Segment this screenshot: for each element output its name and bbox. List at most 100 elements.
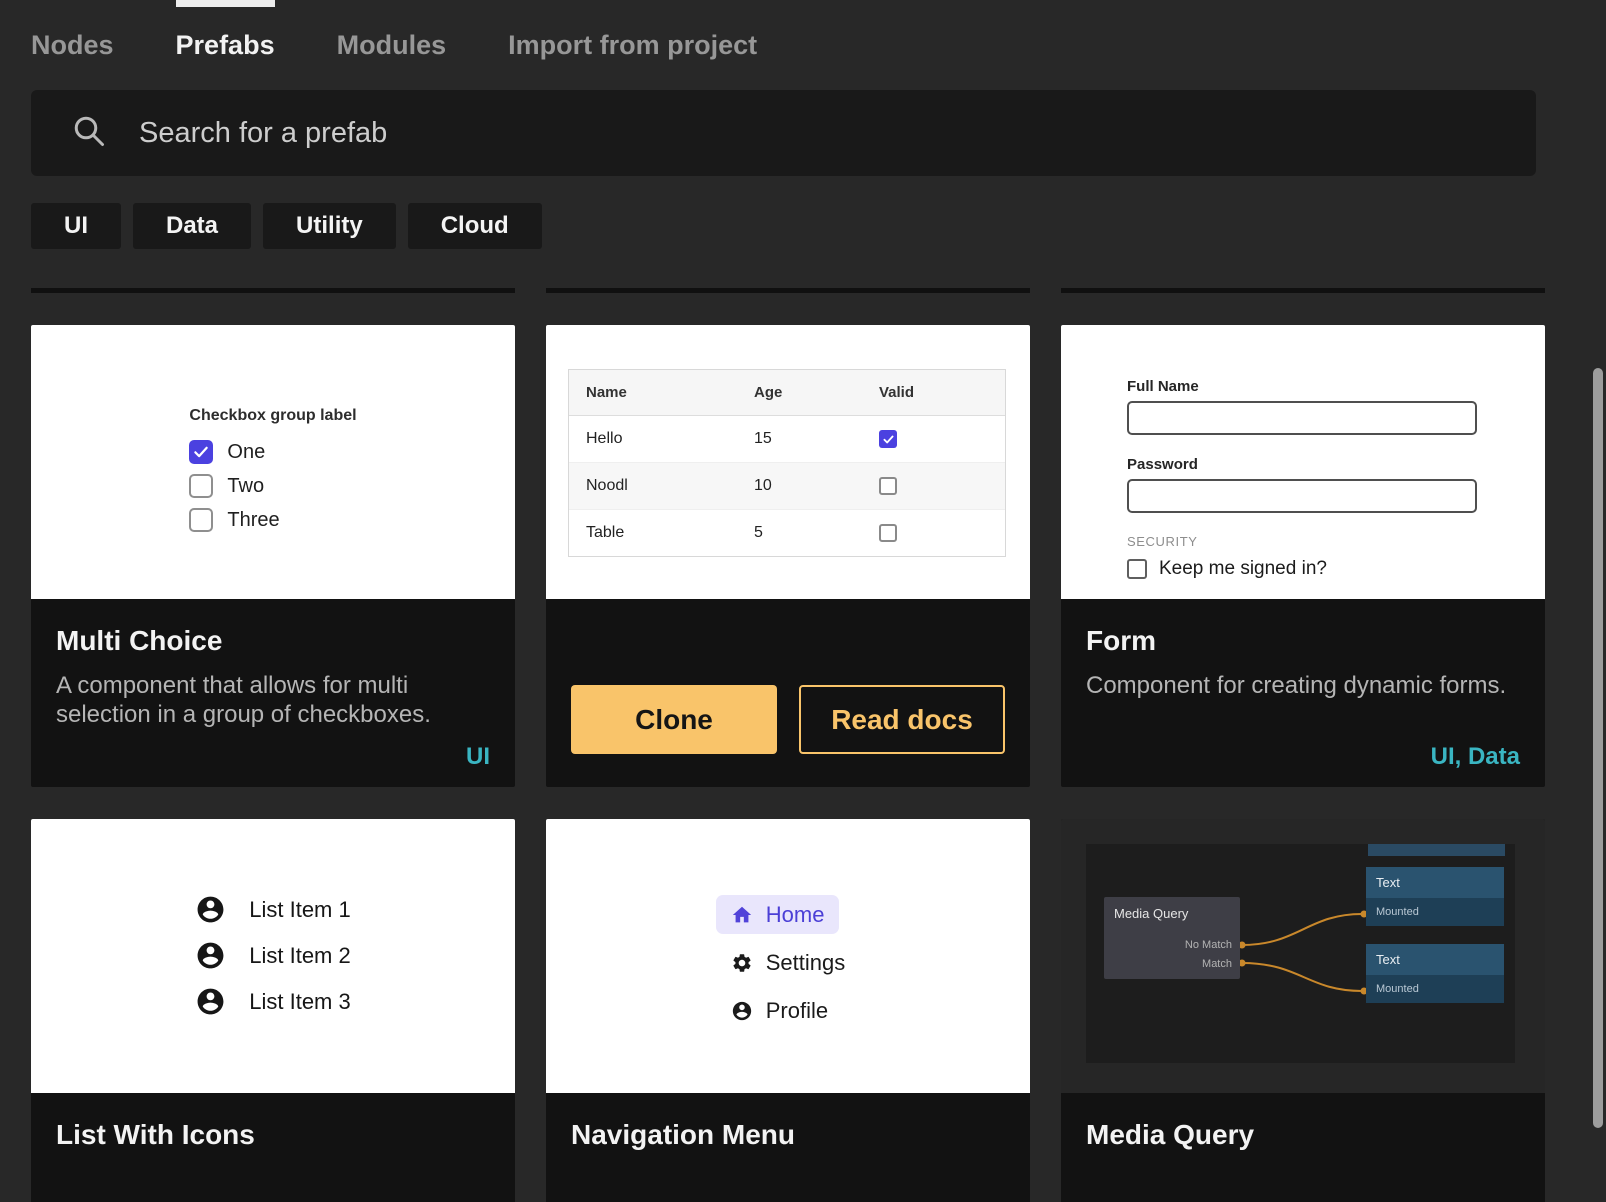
table-header-row: Name Age Valid [569, 370, 1005, 416]
search-icon [71, 113, 107, 154]
form-preview: Full Name Password SECURITY Keep me sign… [1061, 325, 1545, 599]
checkbox-group-label: Checkbox group label [189, 407, 356, 425]
tab-modules[interactable]: Modules [337, 0, 447, 90]
person-icon [195, 940, 226, 971]
nav-item-profile[interactable]: Profile [716, 991, 843, 1030]
read-docs-button[interactable]: Read docs [799, 685, 1005, 754]
person-icon [731, 1000, 753, 1022]
nav-item-label: Home [766, 902, 825, 928]
checkbox-option[interactable]: One [189, 440, 356, 464]
tab-prefabs[interactable]: Prefabs [176, 0, 275, 90]
prefab-card-navigation-menu[interactable]: Home Settings Profile Navigation Menu [546, 819, 1030, 1202]
node-title: Text [1366, 867, 1504, 898]
checkbox-unchecked-icon[interactable] [1127, 559, 1147, 579]
filter-data[interactable]: Data [133, 203, 251, 249]
prefab-card-list-with-icons[interactable]: List Item 1 List Item 2 List Item 3 List… [31, 819, 515, 1202]
table-cell-age: 10 [754, 477, 879, 495]
table-cell-name: Table [586, 524, 754, 542]
filter-cloud[interactable]: Cloud [408, 203, 542, 249]
nav-item-home[interactable]: Home [716, 895, 840, 934]
node-title: Text [1366, 944, 1504, 975]
clone-button[interactable]: Clone [571, 685, 777, 754]
table-row: Noodl 10 [569, 463, 1005, 510]
text-node: Text Mounted [1366, 867, 1504, 926]
card-info: Navigation Menu [546, 1093, 1030, 1202]
keep-signed-in-label: Keep me signed in? [1159, 558, 1327, 580]
checkbox-option[interactable]: Two [189, 474, 356, 498]
card-title: Form [1086, 625, 1520, 657]
node-graph-screenshot: Media Query No Match Match Text Mounted … [1086, 844, 1515, 1063]
table-row: Hello 15 [569, 416, 1005, 463]
card-tags: UI [466, 743, 490, 771]
nav-item-label: Profile [766, 998, 828, 1024]
list-preview: List Item 1 List Item 2 List Item 3 [31, 819, 515, 1093]
media-query-node: Media Query No Match Match [1104, 897, 1240, 979]
card-info: Media Query [1061, 1093, 1545, 1202]
card-info: Multi Choice A component that allows for… [31, 599, 515, 787]
card-title: List With Icons [56, 1119, 490, 1151]
preview-table: Name Age Valid Hello 15 Noodl 10 [568, 369, 1006, 557]
card-description: A component that allows for multi select… [56, 671, 490, 730]
checkbox-unchecked-icon[interactable] [879, 477, 897, 495]
table-row: Table 5 [569, 510, 1005, 556]
card-tags: UI, Data [1431, 743, 1520, 771]
table-preview: Name Age Valid Hello 15 Noodl 10 [546, 325, 1030, 599]
checkbox-checked-icon[interactable] [189, 440, 213, 464]
filter-bar: UI Data Utility Cloud [31, 203, 1606, 249]
prefab-card-multi-choice[interactable]: Checkbox group label One Two Three [31, 325, 515, 787]
node-port-mounted: Mounted [1366, 898, 1504, 926]
tab-import-from-project[interactable]: Import from project [508, 0, 757, 90]
list-item-label: List Item 1 [249, 897, 350, 923]
nav-item-label: Settings [766, 950, 846, 976]
table-cell-name: Hello [586, 430, 754, 448]
table-header-age: Age [754, 384, 879, 401]
prefab-card-media-query[interactable]: Media Query No Match Match Text Mounted … [1061, 819, 1545, 1202]
card-title: Media Query [1086, 1119, 1520, 1151]
prefab-browser: Nodes Prefabs Modules Import from projec… [0, 0, 1606, 1202]
vertical-scrollbar[interactable] [1593, 368, 1603, 1128]
full-name-label: Full Name [1127, 378, 1545, 395]
card-info: List With Icons [31, 1093, 515, 1202]
list-item: List Item 3 [195, 986, 350, 1017]
password-input[interactable] [1127, 479, 1477, 513]
top-tab-bar: Nodes Prefabs Modules Import from projec… [0, 0, 1606, 90]
prefab-grid: Checkbox group label One Two Three [31, 288, 1606, 1202]
checkbox-option-label: Three [227, 509, 279, 532]
text-node: Text Mounted [1366, 944, 1504, 1003]
checkbox-unchecked-icon[interactable] [189, 474, 213, 498]
list-item-label: List Item 3 [249, 989, 350, 1015]
prefab-card-table[interactable]: Name Age Valid Hello 15 Noodl 10 [546, 325, 1030, 787]
person-icon [195, 986, 226, 1017]
card-actions: Clone Read docs [546, 599, 1030, 787]
filter-utility[interactable]: Utility [263, 203, 396, 249]
list-item: List Item 2 [195, 940, 350, 971]
security-section-label: SECURITY [1127, 534, 1545, 549]
full-name-input[interactable] [1127, 401, 1477, 435]
home-icon [731, 904, 753, 926]
multi-choice-preview: Checkbox group label One Two Three [31, 325, 515, 599]
prefab-card-form[interactable]: Full Name Password SECURITY Keep me sign… [1061, 325, 1545, 787]
table-header-name: Name [586, 384, 754, 401]
checkbox-unchecked-icon[interactable] [879, 524, 897, 542]
card-title: Navigation Menu [571, 1119, 1005, 1151]
filter-ui[interactable]: UI [31, 203, 121, 249]
node-output-match: Match [1185, 955, 1232, 974]
node-port-mounted: Mounted [1366, 975, 1504, 1003]
keep-signed-in-row[interactable]: Keep me signed in? [1127, 558, 1545, 580]
media-query-preview: Media Query No Match Match Text Mounted … [1061, 819, 1545, 1093]
search-input[interactable] [137, 116, 1536, 151]
checkbox-option-label: Two [227, 475, 264, 498]
card-title: Multi Choice [56, 625, 490, 657]
tab-nodes[interactable]: Nodes [31, 0, 114, 90]
person-icon [195, 894, 226, 925]
table-header-valid: Valid [879, 384, 1005, 401]
node-output-no-match: No Match [1185, 936, 1232, 955]
checkbox-unchecked-icon[interactable] [189, 508, 213, 532]
search-bar [31, 90, 1536, 176]
checkbox-option[interactable]: Three [189, 508, 356, 532]
checkbox-checked-icon[interactable] [879, 430, 897, 448]
nav-item-settings[interactable]: Settings [716, 943, 861, 982]
password-label: Password [1127, 456, 1545, 473]
card-info: Form Component for creating dynamic form… [1061, 599, 1545, 787]
previous-card-edge [546, 288, 1030, 293]
